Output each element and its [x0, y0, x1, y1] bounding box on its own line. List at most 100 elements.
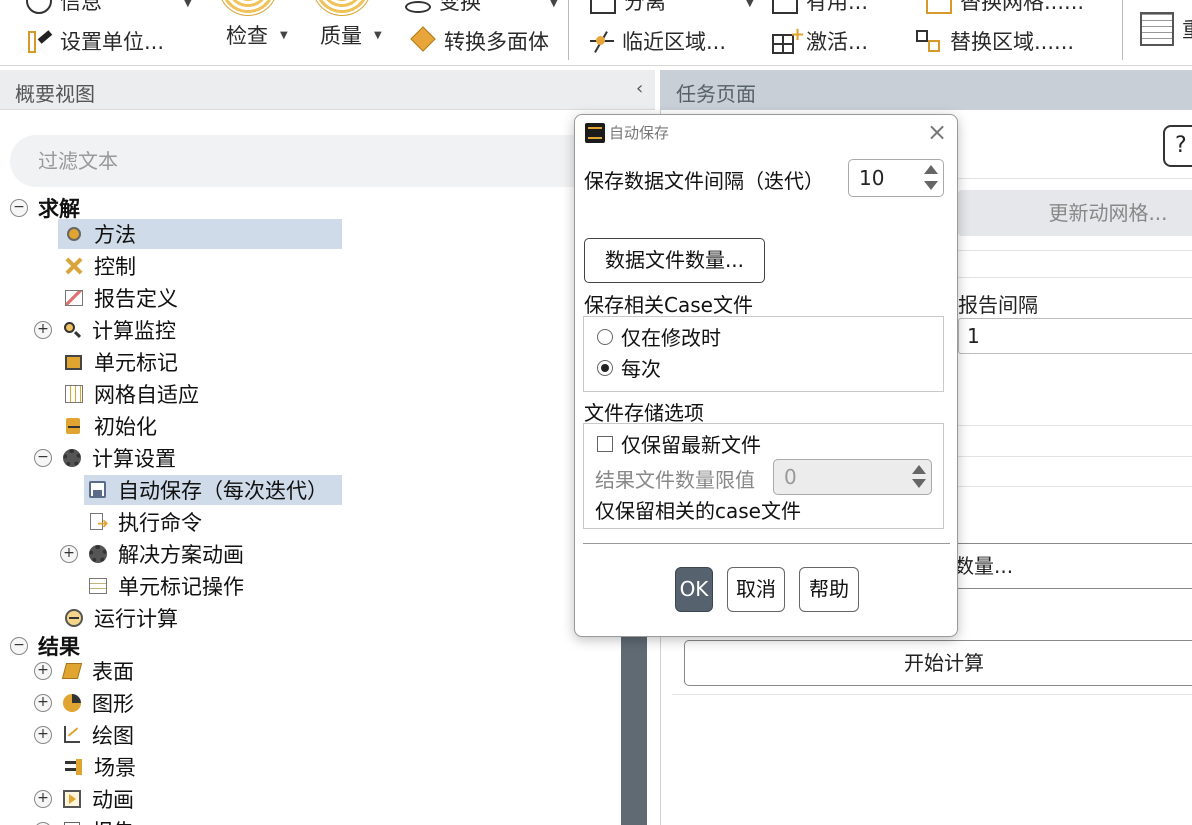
- expand-icon[interactable]: +: [60, 545, 78, 563]
- execute-commands-icon: ➜: [88, 512, 109, 532]
- tree-node-execute-commands[interactable]: ➜ 执行命令: [88, 507, 202, 537]
- tree-node-autosave[interactable]: 自动保存（每次迭代）: [84, 475, 342, 505]
- help-button[interactable]: 帮助: [799, 567, 859, 612]
- initialization-icon: [64, 416, 84, 436]
- report-definitions-icon: [64, 288, 84, 308]
- tree-node-initialization[interactable]: 初始化: [64, 411, 157, 441]
- file-storage-label: 文件存储选项: [584, 401, 704, 425]
- tree-node-controls[interactable]: 控制: [64, 251, 136, 281]
- tree-node-calculation-activities[interactable]: − 计算设置: [34, 443, 176, 473]
- spinner-up-icon: [912, 465, 926, 475]
- tree-node-plots[interactable]: + 绘图: [34, 720, 134, 750]
- replace-mesh-button[interactable]: 替换网格......: [926, 0, 1084, 16]
- polyhedra-icon: [410, 26, 436, 54]
- set-units-button[interactable]: 设置单位...: [26, 26, 164, 56]
- ok-button[interactable]: OK: [675, 567, 713, 612]
- tree-node-surfaces[interactable]: + 表面: [34, 656, 134, 686]
- tree-node-monitors[interactable]: + 计算监控: [34, 315, 176, 345]
- tree-node-run-calculation[interactable]: 运行计算: [64, 603, 178, 633]
- tree-node-reports[interactable]: + 报告: [34, 816, 134, 825]
- ribbon-separator: [568, 0, 569, 60]
- collapse-icon[interactable]: −: [10, 637, 28, 655]
- expand-icon[interactable]: +: [34, 694, 52, 712]
- report-interval-input[interactable]: 1: [958, 318, 1192, 354]
- expand-icon[interactable]: +: [34, 726, 52, 744]
- mesh-grid-icon: [1140, 12, 1174, 46]
- expand-icon[interactable]: +: [34, 321, 52, 339]
- info-icon: [26, 0, 52, 14]
- replace-mesh-icon: [926, 0, 952, 14]
- overflow-button[interactable]: 重: [1140, 12, 1192, 46]
- separate-button[interactable]: 分离: [590, 0, 666, 16]
- tree-node-animations[interactable]: + 动画: [34, 784, 134, 814]
- activate-button[interactable]: + 激活...: [772, 24, 868, 56]
- save-interval-spinner[interactable]: 10: [848, 159, 944, 197]
- task-help-button[interactable]: ?: [1163, 125, 1192, 167]
- collapse-icon[interactable]: −: [34, 449, 52, 467]
- close-icon[interactable]: ×: [927, 118, 947, 146]
- separate-dropdown-caret[interactable]: ▼: [742, 0, 754, 9]
- replace-zone-icon: [916, 28, 942, 54]
- tree-node-cell-registers[interactable]: 单元标记: [64, 347, 178, 377]
- tree-node-graphics[interactable]: + 图形: [34, 688, 134, 718]
- tree-node-methods[interactable]: 方法: [58, 219, 342, 249]
- cancel-button[interactable]: 取消: [727, 567, 785, 612]
- convert-polyhedra-button[interactable]: 转换多面体: [410, 26, 549, 56]
- grid-icon: [772, 0, 798, 14]
- quality-icon: [312, 0, 372, 16]
- spinner-up-icon[interactable]: [924, 165, 938, 175]
- filter-text-input[interactable]: 过滤文本: [10, 135, 610, 187]
- task-page-header: 任务页面: [660, 70, 1192, 110]
- group-border: [958, 486, 1192, 487]
- checkbox-icon: [597, 435, 613, 452]
- info-dropdown-caret[interactable]: ▼: [180, 0, 192, 9]
- check-button[interactable]: 检查 ▼: [226, 20, 288, 50]
- tree-node-solution-animations[interactable]: + 解决方案动画: [60, 539, 244, 569]
- group-border: [958, 425, 1192, 426]
- gear-icon: [88, 544, 108, 564]
- radio-each-time[interactable]: 每次: [597, 353, 661, 382]
- tree-node-cell-register-operations[interactable]: 单元标记操作: [88, 571, 244, 601]
- tree-node-scene[interactable]: 场景: [64, 752, 136, 782]
- data-file-quantities-button[interactable]: 数量...: [940, 543, 1192, 589]
- animation-icon: [62, 789, 82, 809]
- spinner-down-icon[interactable]: [924, 181, 938, 191]
- gear-icon: [62, 448, 82, 468]
- check-icon: [218, 0, 278, 16]
- scene-icon: [64, 757, 84, 777]
- replace-zone-button[interactable]: 替换区域......: [916, 26, 1074, 56]
- outline-view-title: 概要视图: [15, 82, 95, 106]
- separate-icon: [590, 0, 616, 14]
- mesh-adaption-icon: [64, 384, 84, 404]
- radio-selected-icon: [597, 359, 613, 376]
- controls-icon: [64, 256, 84, 276]
- tree-node-mesh-adaption[interactable]: 网格自适应: [64, 379, 199, 409]
- retain-latest-checkbox[interactable]: 仅保留最新文件: [597, 429, 761, 458]
- expand-icon[interactable]: +: [34, 790, 52, 808]
- run-calculation-icon: [64, 608, 84, 628]
- data-file-quantities-button[interactable]: 数据文件数量...: [584, 238, 765, 283]
- info-button[interactable]: 信息: [26, 0, 102, 16]
- collapse-panel-icon[interactable]: ‹: [636, 78, 643, 99]
- radio-modified-only[interactable]: 仅在修改时: [597, 322, 721, 351]
- useful-button[interactable]: 有用...: [772, 0, 868, 16]
- start-calculation-button[interactable]: 开始计算: [684, 640, 1192, 686]
- max-files-spinner: 0: [773, 459, 932, 495]
- outline-scrollbar[interactable]: [621, 625, 647, 825]
- plot-icon: [62, 725, 82, 745]
- dialog-separator: [583, 543, 950, 544]
- surfaces-icon: [61, 661, 83, 681]
- save-interval-label: 保存数据文件间隔（迭代）: [584, 169, 824, 193]
- task-page-title: 任务页面: [676, 82, 756, 106]
- collapse-icon[interactable]: −: [10, 199, 28, 217]
- transform-dropdown-caret[interactable]: ▼: [546, 0, 558, 9]
- expand-icon[interactable]: +: [34, 662, 52, 680]
- graphics-icon: [62, 693, 82, 713]
- monitor-magnifier-icon: [62, 320, 82, 340]
- report-interval-label: 报告间隔: [958, 293, 1038, 317]
- adjacent-zones-button[interactable]: 临近区域...: [588, 26, 726, 56]
- transform-button[interactable]: 变换: [405, 0, 481, 16]
- tree-node-report-definitions[interactable]: 报告定义: [64, 283, 178, 313]
- save-icon: [88, 480, 108, 500]
- quality-button[interactable]: 质量 ▼: [320, 20, 382, 50]
